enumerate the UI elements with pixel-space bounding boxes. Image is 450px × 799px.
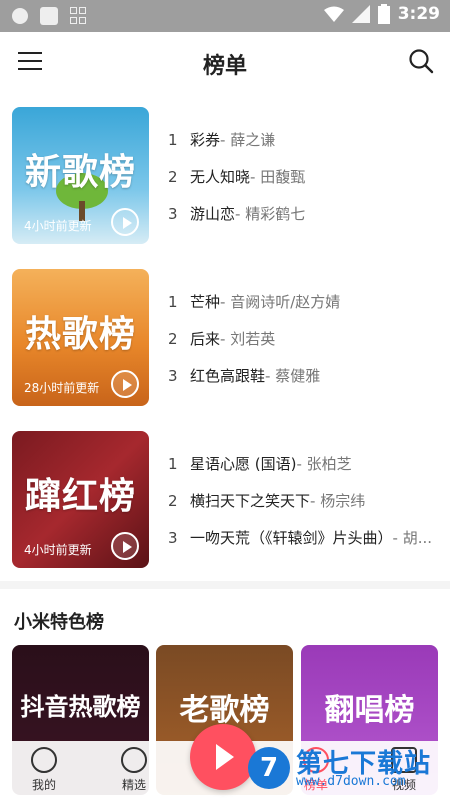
disc-icon: [121, 747, 147, 773]
play-icon[interactable]: [111, 532, 139, 560]
section-divider: [0, 581, 450, 589]
play-icon[interactable]: [111, 370, 139, 398]
featured-title: 老歌榜: [179, 693, 270, 728]
rank-card-rising[interactable]: 蹿红榜 4小时前更新 1 星语心愿 (国语) - 张柏芝 2 横扫天下之笑天下 - …: [0, 431, 450, 571]
nav-mine[interactable]: 我的: [14, 747, 74, 793]
page-title: 榜单: [202, 54, 247, 79]
status-time: 3:29: [397, 4, 440, 24]
rank-cover[interactable]: 新歌榜 4小时前更新: [12, 107, 149, 244]
smile-icon: [31, 747, 57, 773]
featured-title: 翻唱榜: [324, 693, 415, 728]
notification-icon: [40, 7, 58, 25]
nav-picks[interactable]: 精选: [104, 747, 164, 793]
list-item[interactable]: 2 无人知晓 - 田馥甄: [168, 158, 440, 195]
update-time: 4小时前更新: [24, 219, 92, 233]
shield-icon: [12, 8, 28, 24]
status-icons-left: [12, 7, 88, 25]
rank-cover[interactable]: 蹿红榜 4小时前更新: [12, 431, 149, 568]
signal-icon: [351, 5, 370, 23]
list-item[interactable]: 1 星语心愿 (国语) - 张柏芝: [168, 445, 440, 482]
search-icon[interactable]: [408, 48, 434, 74]
list-item[interactable]: 1 芒种 - 音阙诗听/赵方婧: [168, 283, 440, 320]
watermark-url: www.d7down.com: [296, 774, 406, 789]
song-list: 1 彩券 - 薛之谦 2 无人知晓 - 田馥甄 3 游山恋 - 精彩鹤七: [168, 121, 440, 232]
list-item[interactable]: 3 游山恋 - 精彩鹤七: [168, 195, 440, 232]
grid-icon: [70, 7, 88, 25]
battery-icon: [377, 4, 390, 24]
featured-title: 抖音热歌榜: [20, 693, 141, 721]
app-header: 榜单: [0, 32, 450, 94]
status-bar: 3:29: [0, 0, 450, 32]
cover-title: 热歌榜: [24, 314, 136, 355]
section-title: 小米特色榜: [14, 612, 104, 633]
update-time: 4小时前更新: [24, 543, 92, 557]
play-icon[interactable]: [111, 208, 139, 236]
list-item[interactable]: 1 彩券 - 薛之谦: [168, 121, 440, 158]
rank-card-hot[interactable]: 热歌榜 28小时前更新 1 芒种 - 音阙诗听/赵方婧 2 后来 - 刘若英 3 红色…: [0, 269, 450, 409]
list-item[interactable]: 2 横扫天下之笑天下 - 杨宗纬: [168, 482, 440, 519]
watermark: 7 第七下载站 www.d7down.com: [248, 741, 444, 795]
rank-cover[interactable]: 热歌榜 28小时前更新: [12, 269, 149, 406]
now-playing-button[interactable]: [190, 724, 256, 790]
status-icons-right: 3:29: [323, 4, 440, 24]
update-time: 28小时前更新: [24, 381, 100, 395]
list-item[interactable]: 3 红色高跟鞋 - 蔡健雅: [168, 357, 440, 394]
list-item[interactable]: 2 后来 - 刘若英: [168, 320, 440, 357]
list-item[interactable]: 3 一吻天荒（《轩辕剑》片头曲） - 胡...: [168, 519, 440, 556]
rank-card-new[interactable]: 新歌榜 4小时前更新 1 彩券 - 薛之谦 2 无人知晓 - 田馥甄 3 游山恋 - …: [0, 107, 450, 247]
song-list: 1 星语心愿 (国语) - 张柏芝 2 横扫天下之笑天下 - 杨宗纬 3 一吻天荒（《…: [168, 445, 440, 556]
watermark-logo: 7: [248, 747, 290, 789]
wifi-icon: [323, 6, 344, 22]
song-list: 1 芒种 - 音阙诗听/赵方婧 2 后来 - 刘若英 3 红色高跟鞋 - 蔡健雅: [168, 283, 440, 394]
cover-title: 新歌榜: [24, 152, 136, 193]
cover-title: 蹿红榜: [24, 476, 136, 517]
